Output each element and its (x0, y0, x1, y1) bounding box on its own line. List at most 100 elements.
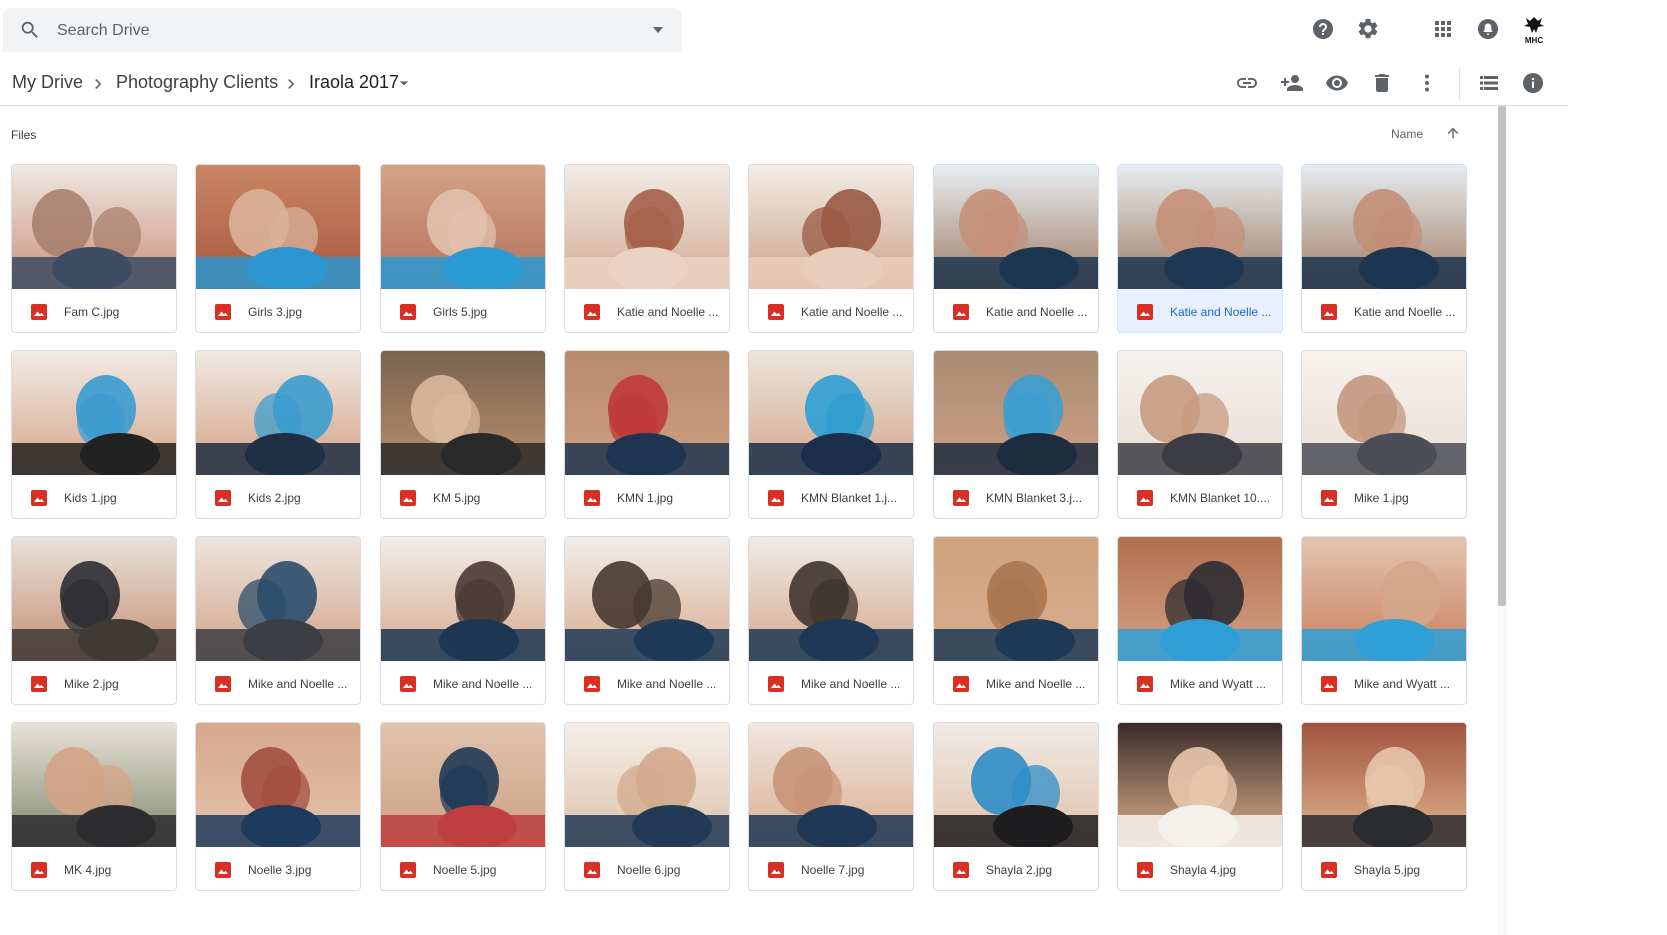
apps-icon[interactable] (1431, 17, 1455, 41)
image-file-icon (215, 862, 231, 878)
files-section-label: Files (11, 128, 37, 142)
get-link-icon[interactable] (1235, 71, 1259, 95)
file-card[interactable]: Mike and Noelle ... (564, 536, 730, 705)
file-thumbnail (565, 351, 729, 475)
breadcrumb-toolbar: My Drive Photography Clients Iraola 2017 (0, 64, 1568, 106)
file-card[interactable]: Mike and Wyatt ... (1117, 536, 1283, 705)
file-name: Shayla 4.jpg (1170, 863, 1237, 877)
file-card[interactable]: Katie and Noelle ... (933, 164, 1099, 333)
file-card[interactable]: Shayla 4.jpg (1117, 722, 1283, 891)
image-file-icon (400, 304, 416, 320)
file-card[interactable]: KMN Blanket 1.j... (748, 350, 914, 519)
folder-menu-chevron-down-icon[interactable] (394, 73, 414, 93)
file-name: Mike 2.jpg (64, 677, 119, 691)
file-card[interactable]: Mike and Noelle ... (195, 536, 361, 705)
notifications-icon[interactable] (1476, 17, 1500, 41)
file-card[interactable]: KMN Blanket 10.... (1117, 350, 1283, 519)
share-icon[interactable] (1280, 71, 1304, 95)
top-bar: MHC (0, 0, 1667, 64)
file-card[interactable]: Shayla 5.jpg (1301, 722, 1467, 891)
image-file-icon (1137, 490, 1153, 506)
search-icon[interactable] (19, 19, 41, 41)
file-card[interactable]: Mike and Noelle ... (380, 536, 546, 705)
file-card[interactable]: Mike and Noelle ... (933, 536, 1099, 705)
eagle-logo-icon (1524, 17, 1544, 33)
file-card[interactable]: Katie and Noelle ... (748, 164, 914, 333)
file-name: KMN Blanket 1.j... (801, 491, 898, 505)
file-name: Noelle 6.jpg (617, 863, 681, 877)
file-card[interactable]: Noelle 7.jpg (748, 722, 914, 891)
file-thumbnail (381, 723, 545, 847)
file-name: Katie and Noelle ... (801, 305, 903, 319)
file-thumbnail (934, 165, 1098, 289)
search-input[interactable] (55, 18, 619, 44)
file-thumbnail (196, 351, 360, 475)
file-card[interactable]: Katie and Noelle ... (564, 164, 730, 333)
image-file-icon (768, 862, 784, 878)
image-file-icon (215, 304, 231, 320)
file-name: Mike and Wyatt ... (1170, 677, 1266, 691)
file-card[interactable]: Mike 1.jpg (1301, 350, 1467, 519)
file-card[interactable]: Noelle 3.jpg (195, 722, 361, 891)
sort-by-name-button[interactable]: Name (1391, 127, 1423, 141)
image-file-icon (953, 862, 969, 878)
breadcrumb-photography-clients[interactable]: Photography Clients (116, 72, 278, 93)
image-file-icon (31, 862, 47, 878)
file-card[interactable]: Girls 5.jpg (380, 164, 546, 333)
help-icon[interactable] (1311, 17, 1335, 41)
file-name: Noelle 5.jpg (433, 863, 497, 877)
file-card[interactable]: Mike and Wyatt ... (1301, 536, 1467, 705)
image-file-icon (1137, 676, 1153, 692)
image-file-icon (31, 304, 47, 320)
file-thumbnail (565, 165, 729, 289)
more-actions-icon[interactable] (1415, 71, 1439, 95)
file-name: Girls 3.jpg (248, 305, 303, 319)
file-card[interactable]: KM 5.jpg (380, 350, 546, 519)
file-thumbnail (12, 537, 176, 661)
file-name: Katie and Noelle ... (1170, 305, 1272, 319)
file-card[interactable]: KMN 1.jpg (564, 350, 730, 519)
image-file-icon (1321, 490, 1337, 506)
file-thumbnail (381, 351, 545, 475)
scrollbar-thumb[interactable] (1498, 106, 1506, 606)
file-card[interactable]: Noelle 5.jpg (380, 722, 546, 891)
file-thumbnail (381, 537, 545, 661)
file-name: Shayla 2.jpg (986, 863, 1053, 877)
file-card[interactable]: Mike and Noelle ... (748, 536, 914, 705)
breadcrumb-my-drive[interactable]: My Drive (12, 72, 83, 93)
account-avatar[interactable]: MHC (1520, 15, 1548, 45)
file-name: Mike 1.jpg (1354, 491, 1409, 505)
file-card[interactable]: Shayla 2.jpg (933, 722, 1099, 891)
preview-icon[interactable] (1325, 71, 1349, 95)
list-view-icon[interactable] (1477, 71, 1501, 95)
file-name: Fam C.jpg (64, 305, 120, 319)
search-options-chevron-down-icon[interactable] (647, 22, 669, 38)
settings-icon[interactable] (1356, 17, 1380, 41)
file-card[interactable]: Noelle 6.jpg (564, 722, 730, 891)
remove-icon[interactable] (1370, 71, 1394, 95)
file-thumbnail (934, 351, 1098, 475)
image-file-icon (215, 490, 231, 506)
file-card[interactable]: KMN Blanket 3.j... (933, 350, 1099, 519)
file-thumbnail (1302, 723, 1466, 847)
sort-ascending-arrow-icon[interactable] (1445, 125, 1461, 141)
file-card[interactable]: Kids 2.jpg (195, 350, 361, 519)
file-name: KM 5.jpg (433, 491, 481, 505)
file-card[interactable]: Girls 3.jpg (195, 164, 361, 333)
breadcrumb-current-folder[interactable]: Iraola 2017 (309, 72, 399, 93)
file-name: Noelle 7.jpg (801, 863, 865, 877)
file-card[interactable]: Fam C.jpg (11, 164, 177, 333)
file-card[interactable]: Mike 2.jpg (11, 536, 177, 705)
file-card[interactable]: Kids 1.jpg (11, 350, 177, 519)
file-card[interactable]: Katie and Noelle ... (1301, 164, 1467, 333)
search-bar[interactable] (3, 8, 682, 52)
file-thumbnail (565, 723, 729, 847)
file-name: Katie and Noelle ... (1354, 305, 1456, 319)
image-file-icon (31, 676, 47, 692)
image-file-icon (400, 862, 416, 878)
file-card[interactable]: Katie and Noelle ... (1117, 164, 1283, 333)
details-icon[interactable] (1521, 71, 1545, 95)
file-card[interactable]: MK 4.jpg (11, 722, 177, 891)
image-file-icon (1137, 304, 1153, 320)
file-thumbnail (1302, 351, 1466, 475)
